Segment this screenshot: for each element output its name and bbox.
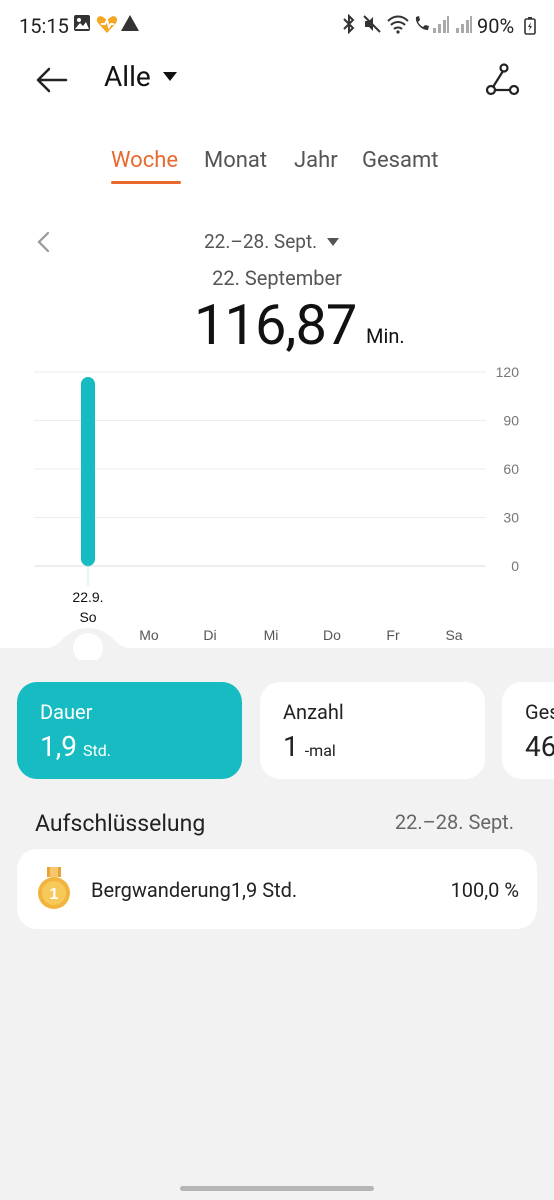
card-anzahl-label: Anzahl (283, 700, 344, 724)
period-range-label: 22.–28. Sept. (204, 230, 318, 253)
status-bar: 15:15 90% (0, 0, 554, 52)
card-anzahl-value-row: 1 -mal (283, 730, 336, 763)
status-time: 15:15 (19, 14, 69, 38)
warning-icon (121, 15, 139, 31)
selected-day-unit: Min. (366, 324, 405, 348)
y-tick-label: 0 (511, 558, 519, 574)
activity-name-and-value: Bergwanderung1,9 Std. (91, 878, 297, 902)
medal-rank: 1 (50, 886, 59, 903)
card-dauer-value: 1,9 (40, 730, 77, 763)
tab-jahr[interactable]: Jahr (294, 148, 338, 173)
health-app-icon (96, 16, 118, 33)
card-gesamt-value-row: 46 (525, 730, 554, 763)
previous-period-icon[interactable] (34, 230, 54, 254)
dropdown-caret-icon (162, 72, 177, 81)
activity-filter-dropdown[interactable]: Alle (104, 60, 177, 93)
x-tick-label[interactable]: Di (203, 627, 216, 643)
activity-value: 1,9 Std. (230, 878, 298, 902)
back-arrow-icon[interactable] (34, 62, 70, 98)
x-tick-label[interactable]: Do (323, 627, 341, 643)
weekly-bar-chart[interactable]: 120 90 60 30 0 22.9. So Mo Di Mi Do Fr Sa (0, 360, 554, 660)
signal-icon-2 (456, 16, 472, 33)
breakdown-title: Aufschlüsselung (35, 810, 206, 837)
card-gesamt-label: Ges (525, 700, 554, 724)
x-tick-label[interactable]: Fr (386, 627, 400, 643)
x-tick-label[interactable]: Mi (264, 627, 279, 643)
medal-icon: 1 (38, 867, 70, 909)
breakdown-range: 22.–28. Sept. (394, 810, 514, 834)
card-dauer-unit: Std. (82, 741, 111, 760)
wifi-icon (387, 15, 409, 34)
period-range-dropdown[interactable]: 22.–28. Sept. (204, 230, 340, 253)
card-anzahl-value: 1 (283, 730, 299, 763)
card-anzahl-unit: -mal (304, 741, 336, 760)
battery-percent: 90% (477, 14, 515, 38)
x-tick-label[interactable]: Mo (139, 627, 159, 643)
card-dauer[interactable]: Dauer 1,9 Std. (17, 682, 242, 779)
wifi-call-icon (415, 16, 429, 30)
tab-woche[interactable]: Woche (111, 148, 178, 173)
signal-icon-1 (433, 16, 449, 33)
bar-so[interactable] (81, 377, 95, 566)
selected-day-label: 22. September (212, 266, 342, 290)
route-share-icon[interactable] (484, 62, 520, 98)
y-tick-label: 30 (503, 510, 519, 526)
range-caret-icon (327, 237, 340, 246)
activity-percent: 100,0 % (450, 878, 519, 902)
x-tick-label[interactable]: Sa (445, 627, 462, 643)
y-tick-label: 120 (496, 364, 520, 380)
page-title: Alle (104, 60, 151, 93)
y-tick-label: 90 (503, 413, 519, 429)
tab-gesamt[interactable]: Gesamt (362, 148, 438, 173)
card-gesamt-value: 46 (525, 730, 554, 763)
bluetooth-icon (343, 14, 355, 34)
mute-icon (363, 15, 381, 33)
card-dauer-label: Dauer (40, 700, 93, 724)
card-gesamt-partial[interactable]: Ges 46 (502, 682, 554, 779)
active-tab-underline (111, 181, 181, 184)
tab-monat[interactable]: Monat (204, 148, 267, 173)
selected-day-value: 116,87 (194, 292, 357, 358)
breakdown-item[interactable]: 1 Bergwanderung1,9 Std. 100,0 % (17, 849, 537, 929)
selected-date-label: 22.9. (72, 589, 103, 605)
x-tick-label[interactable]: So (79, 609, 96, 625)
card-dauer-value-row: 1,9 Std. (40, 730, 111, 763)
period-tabs: Woche Monat Jahr Gesamt (0, 148, 554, 188)
home-indicator[interactable] (180, 1186, 374, 1191)
activity-name: Bergwanderung (91, 878, 231, 902)
card-anzahl[interactable]: Anzahl 1 -mal (260, 682, 485, 779)
gallery-icon (74, 15, 90, 31)
y-tick-label: 60 (503, 461, 519, 477)
battery-icon (524, 17, 536, 35)
